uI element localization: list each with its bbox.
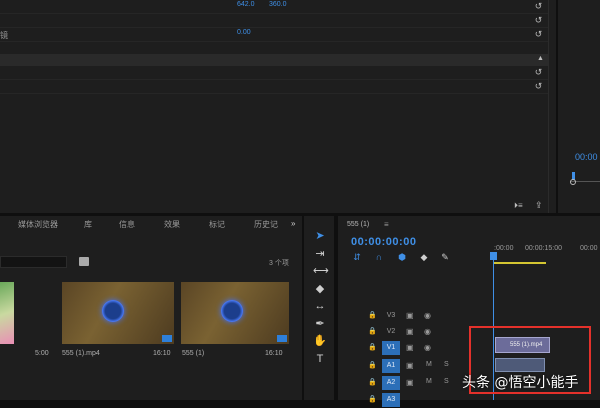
clip-thumbnail[interactable] — [62, 282, 174, 344]
track-v3: 🔒 V3 ▣ ◉ — [338, 308, 600, 324]
sync-lock-icon[interactable]: ▣ — [406, 361, 414, 370]
project-search-input[interactable] — [0, 256, 67, 268]
sync-lock-icon[interactable]: ▣ — [406, 343, 414, 352]
watermark: 头条 @悟空小能手 — [462, 375, 579, 391]
lock-icon[interactable]: 🔒 — [368, 343, 377, 351]
position-x-value[interactable]: 642.0 — [237, 1, 255, 8]
video-badge-icon — [162, 335, 172, 342]
clip-duration: 16:10 — [153, 350, 171, 357]
track-label[interactable]: A1 — [382, 359, 400, 373]
lock-icon[interactable]: 🔒 — [368, 395, 377, 403]
lock-icon[interactable]: 🔒 — [368, 311, 377, 319]
clip-name[interactable]: 555 (1).mp4 — [62, 350, 100, 357]
export-frame-icon[interactable]: ⇪ — [535, 200, 543, 211]
flicker-label: 镜 — [0, 31, 8, 40]
snap-icon[interactable]: ∩ — [374, 252, 384, 262]
pen-tool-icon[interactable]: ✒ — [313, 317, 327, 331]
program-timecode[interactable]: 00:00 — [575, 152, 598, 162]
zoom-handle[interactable] — [570, 179, 576, 185]
lock-icon[interactable]: 🔒 — [368, 378, 377, 386]
ripple-edit-tool-icon[interactable]: ⟷ — [313, 264, 329, 278]
blue-light-icon — [102, 300, 124, 322]
linked-selection-icon[interactable]: ⬢ — [397, 252, 407, 262]
razor-tool-icon[interactable]: ◆ — [313, 282, 327, 296]
track-label[interactable]: A3 — [382, 393, 400, 407]
solo-button[interactable]: S — [444, 378, 449, 385]
tab-effects[interactable]: 效果 — [164, 219, 180, 230]
tab-history[interactable]: 历史记 — [254, 219, 278, 230]
ruler-label: :00:00 — [494, 245, 514, 252]
eye-icon[interactable]: ◉ — [424, 327, 431, 336]
tab-libraries[interactable]: 库 — [84, 219, 92, 230]
track-a3: 🔒 A3 — [338, 392, 600, 408]
effect-controls-panel: 642.0 360.0 ↺ ↺ 镜 0.00 ↺ ▲ ↺ ↺ ⏵≡ ⇪ — [0, 0, 548, 213]
timeline-timecode[interactable]: 00:00:00:00 — [351, 236, 416, 248]
clip-thumbnail[interactable] — [0, 282, 14, 344]
lock-icon[interactable]: 🔒 — [368, 361, 377, 369]
track-select-tool-icon[interactable]: ⇥ — [313, 247, 327, 261]
program-monitor — [558, 0, 600, 213]
menu-icon[interactable]: ≡ — [384, 220, 389, 229]
nest-icon[interactable]: ⇵ — [352, 252, 362, 262]
blue-light-icon — [221, 300, 243, 322]
flicker-row: 镜 0.00 ↺ — [0, 28, 548, 42]
reset-icon[interactable]: ↺ — [533, 81, 544, 92]
position-row: 642.0 360.0 ↺ — [0, 0, 548, 14]
sync-lock-icon[interactable]: ▣ — [406, 327, 414, 336]
sequence-badge-icon — [277, 335, 287, 342]
settings-wrench-icon[interactable]: ✎ — [440, 252, 450, 262]
anchor-row: ↺ — [0, 14, 548, 28]
tab-markers[interactable]: 标记 — [209, 219, 225, 230]
mute-button[interactable]: M — [426, 361, 432, 368]
position-y-value[interactable]: 360.0 — [269, 1, 287, 8]
slip-tool-icon[interactable]: ↔ — [313, 299, 327, 313]
reset-icon[interactable]: ↺ — [533, 1, 544, 12]
ruler-label: 00:00:15:00 — [525, 245, 562, 252]
type-tool-icon[interactable]: T — [313, 352, 327, 366]
tab-info[interactable]: 信息 — [119, 219, 135, 230]
playhead-handle[interactable] — [490, 252, 497, 260]
tab-media-browser[interactable]: 媒体浏览器 — [18, 219, 58, 230]
opacity-row: ↺ — [0, 66, 548, 80]
tab-overflow-icon[interactable]: » — [291, 219, 295, 228]
lock-icon[interactable]: 🔒 — [368, 327, 377, 335]
track-label[interactable]: A2 — [382, 376, 400, 390]
sync-lock-icon[interactable]: ▣ — [406, 311, 414, 320]
blend-row: ↺ — [0, 80, 548, 94]
reset-icon[interactable]: ↺ — [533, 29, 544, 40]
track-label[interactable]: V3 — [382, 309, 400, 323]
solo-button[interactable]: S — [444, 361, 449, 368]
hand-tool-icon[interactable]: ✋ — [313, 334, 327, 348]
collapse-icon[interactable]: ▲ — [537, 55, 544, 62]
flicker-value[interactable]: 0.00 — [237, 29, 251, 36]
sequence-thumbnail[interactable] — [181, 282, 289, 344]
effect-controls-scrollbar[interactable] — [548, 0, 556, 213]
opacity-header[interactable]: ▲ — [0, 54, 548, 66]
sync-lock-icon[interactable]: ▣ — [406, 378, 414, 387]
eye-icon[interactable]: ◉ — [424, 311, 431, 320]
reset-icon[interactable]: ↺ — [533, 15, 544, 26]
eye-icon[interactable]: ◉ — [424, 343, 431, 352]
reset-icon[interactable]: ↺ — [533, 67, 544, 78]
item-count: 3 个项 — [269, 260, 289, 267]
work-area-bar[interactable] — [494, 262, 546, 264]
clip-duration: 5:00 — [35, 350, 49, 357]
filter-icon[interactable]: ⏵≡ — [514, 201, 523, 211]
clip-duration: 16:10 — [265, 350, 283, 357]
new-bin-icon[interactable] — [79, 257, 89, 266]
selection-tool-icon[interactable]: ➤ — [313, 229, 327, 243]
mute-button[interactable]: M — [426, 378, 432, 385]
ruler-label: 00:00 — [580, 245, 598, 252]
marker-icon[interactable]: ◆ — [419, 252, 429, 262]
track-label[interactable]: V1 — [382, 341, 400, 355]
sequence-name[interactable]: 555 (1) — [182, 350, 204, 357]
track-label[interactable]: V2 — [382, 325, 400, 339]
sequence-tab[interactable]: 555 (1) — [347, 221, 369, 228]
